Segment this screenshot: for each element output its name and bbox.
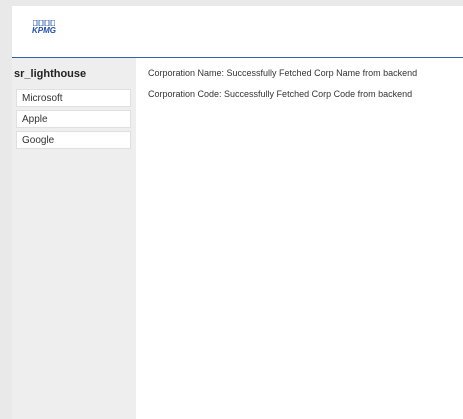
sidebar-item-microsoft[interactable]: Microsoft [16,89,131,107]
sidebar-item-apple[interactable]: Apple [16,110,131,128]
sidebar-item-google[interactable]: Google [16,131,131,149]
kpmg-logo: KPMG [31,19,61,37]
main-content: Corporation Name: Successfully Fetched C… [148,68,458,110]
sidebar: sr_lighthouse Microsoft Apple Google [12,58,136,419]
header: KPMG [12,6,463,58]
sidebar-title: sr_lighthouse [14,68,87,80]
logo-text: KPMG [32,26,56,35]
corporation-code-text: Corporation Code: Successfully Fetched C… [148,89,413,99]
sidebar-list: Microsoft Apple Google [16,89,131,152]
corporation-name-text: Corporation Name: Successfully Fetched C… [148,68,418,78]
app-window: KPMG sr_lighthouse Microsoft Apple Googl… [12,6,463,419]
